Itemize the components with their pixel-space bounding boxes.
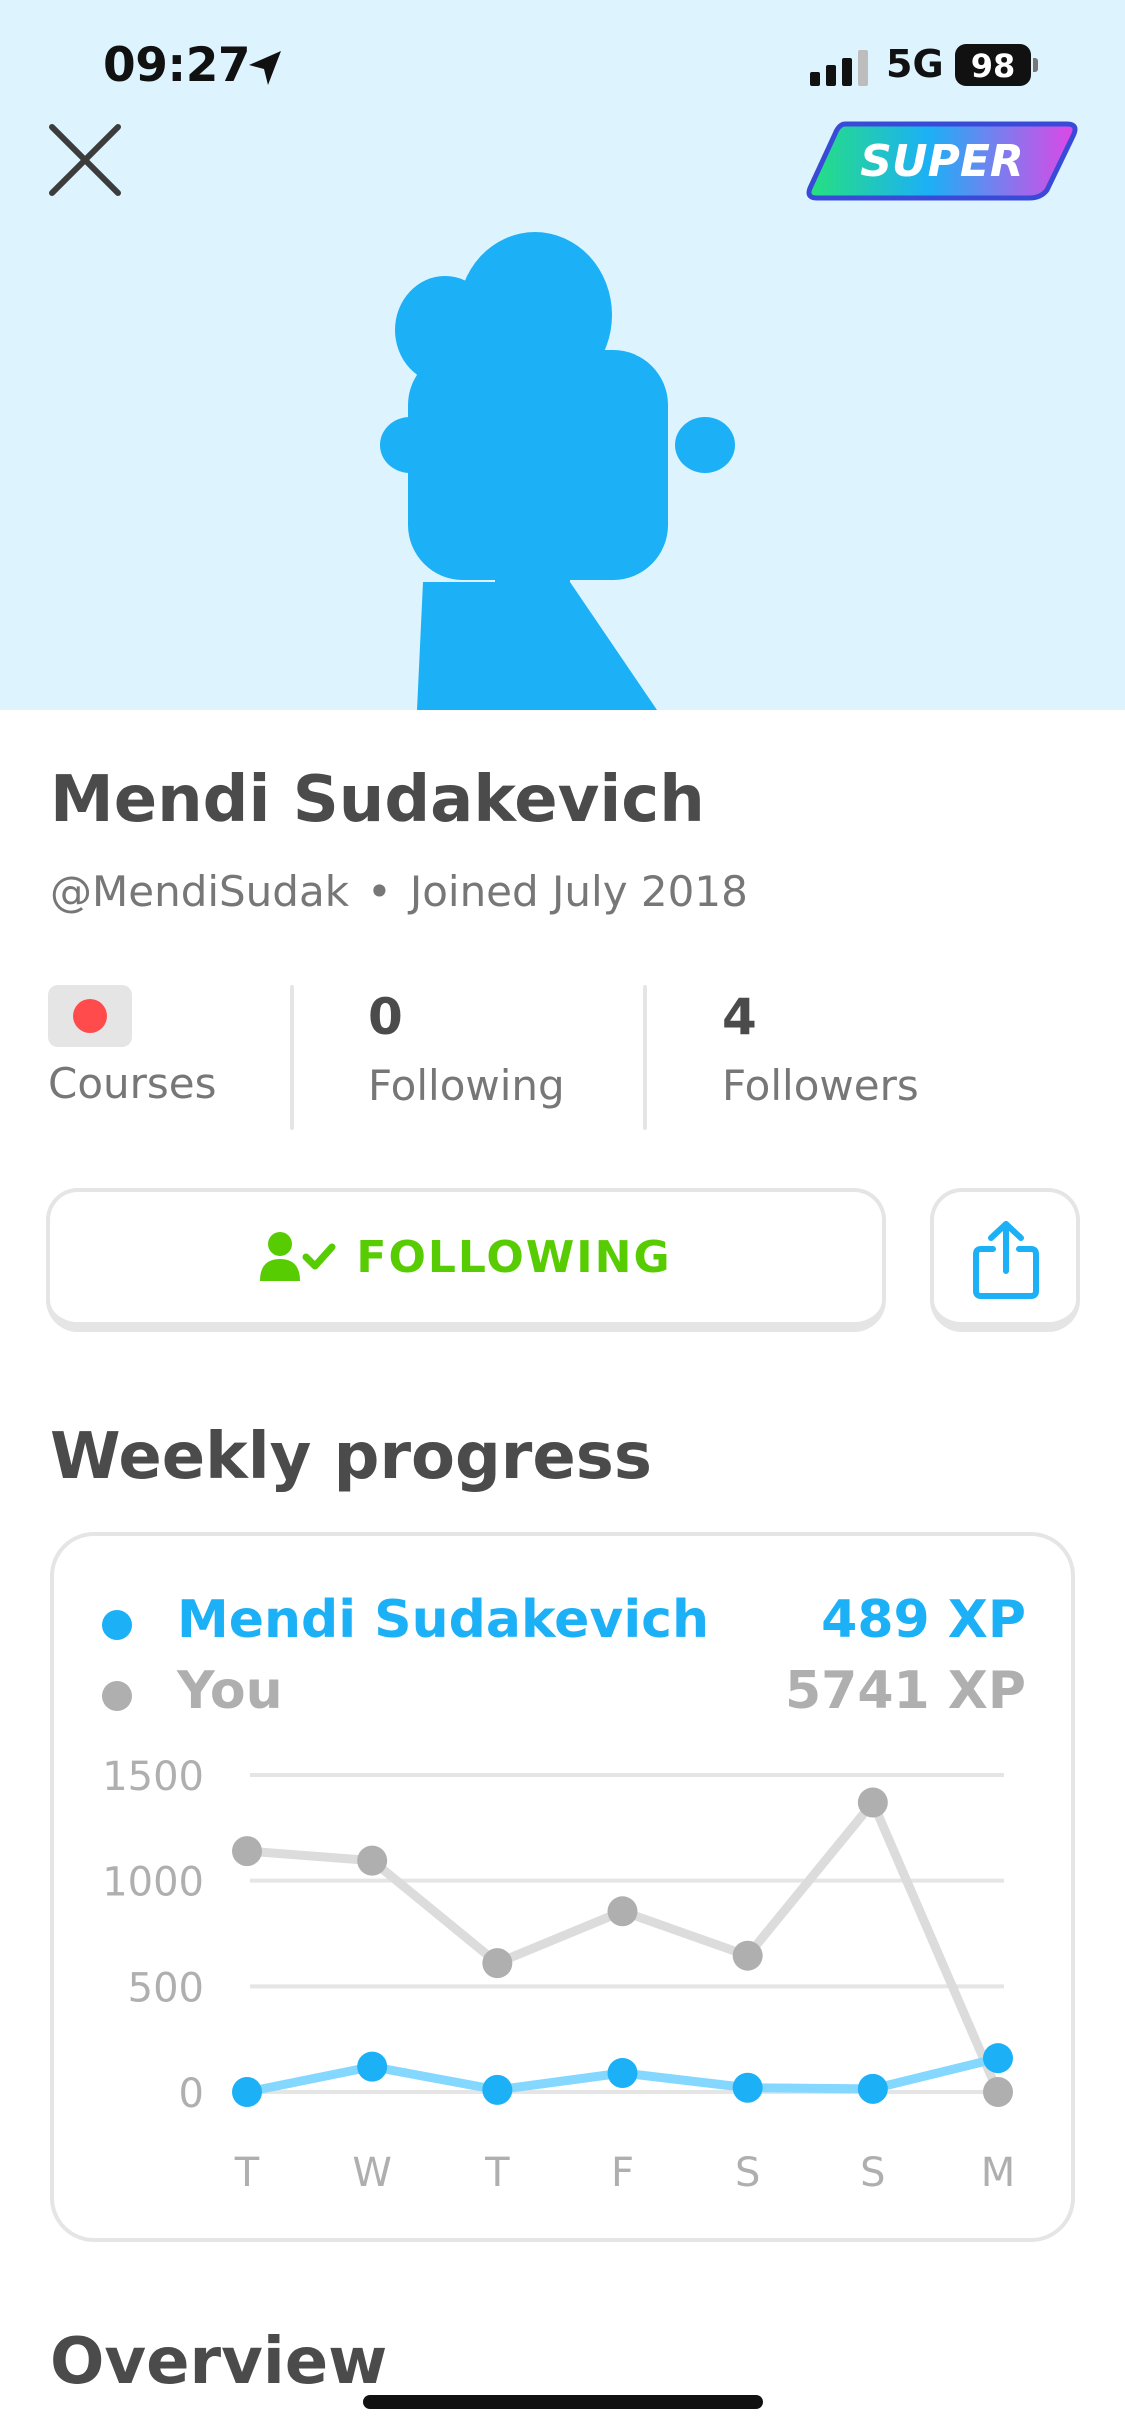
stat-followers[interactable]: 4 Followers [722,985,919,1135]
following-button[interactable]: FOLLOWING [46,1188,886,1332]
weekly-progress-title: Weekly progress [50,1420,652,1494]
data-point [482,1948,513,1979]
profile-username: @MendiSudak [50,867,350,916]
data-point [232,2077,262,2107]
data-point [983,2077,1013,2107]
location-arrow-icon [249,51,281,85]
profile-name: Mendi Sudakevich [50,763,705,837]
share-button[interactable] [930,1188,1080,1332]
x-tick-label: M [981,2150,1016,2196]
following-button-label: FOLLOWING [356,1231,672,1283]
weekly-xp-chart: 150010005000T W T F S S M [102,1754,1016,2196]
data-point [482,2074,513,2105]
profile-joined: Joined July 2018 [409,867,748,916]
data-point [983,2043,1013,2074]
data-point [607,2057,638,2088]
profile-stats: Courses 0 Following 4 Followers [0,985,1125,1135]
home-indicator [363,2395,763,2409]
x-tick-label: T [484,2150,510,2196]
y-tick-label: 1000 [102,1860,204,1906]
y-tick-label: 1500 [102,1754,204,1800]
stat-divider [290,985,294,1130]
battery-level: 98 [970,47,1016,85]
status-bar: 09:27 5G 98 [0,0,1125,130]
cellular-signal-icon [810,50,868,86]
data-point [732,2072,763,2103]
data-point [857,1787,888,1818]
network-type: 5G [886,42,944,86]
followers-count: 4 [722,988,757,1046]
stat-courses[interactable]: Courses [48,985,217,1135]
data-point [857,2073,888,2104]
japanese-flag-icon [48,985,132,1047]
separator-dot: • [367,867,392,916]
data-point [732,1940,763,1971]
courses-label: Courses [48,1059,217,1108]
x-tick-label: T [234,2150,260,2196]
x-tick-label: S [860,2150,885,2196]
x-tick-label: S [735,2150,760,2196]
y-tick-label: 500 [128,1965,204,2011]
following-count: 0 [368,988,403,1046]
user-check-icon [260,1232,336,1281]
weekly-progress-card: Mendi Sudakevich 489 XP You 5741 XP 1500… [50,1532,1075,2242]
close-icon[interactable] [40,115,130,205]
stat-divider [643,985,647,1130]
status-time: 09:27 [103,38,251,93]
stat-following[interactable]: 0 Following [368,985,565,1135]
data-point [232,1836,262,1867]
series-line [242,1797,1003,2097]
x-tick-label: F [611,2150,634,2196]
data-point [607,1896,638,1927]
super-badge[interactable]: SUPER [805,120,1080,202]
super-badge-label: SUPER [860,136,1024,187]
data-point [357,1845,388,1876]
profile-meta: @MendiSudak • Joined July 2018 [50,867,748,916]
x-tick-label: W [352,2150,392,2196]
battery-icon: 98 [955,44,1039,88]
y-tick-label: 0 [179,2071,204,2117]
overview-title: Overview [50,2325,388,2399]
share-icon [973,1221,1039,1299]
avatar-silhouette [380,232,735,710]
data-point [357,2051,388,2082]
followers-label: Followers [722,1061,919,1110]
following-label: Following [368,1061,565,1110]
